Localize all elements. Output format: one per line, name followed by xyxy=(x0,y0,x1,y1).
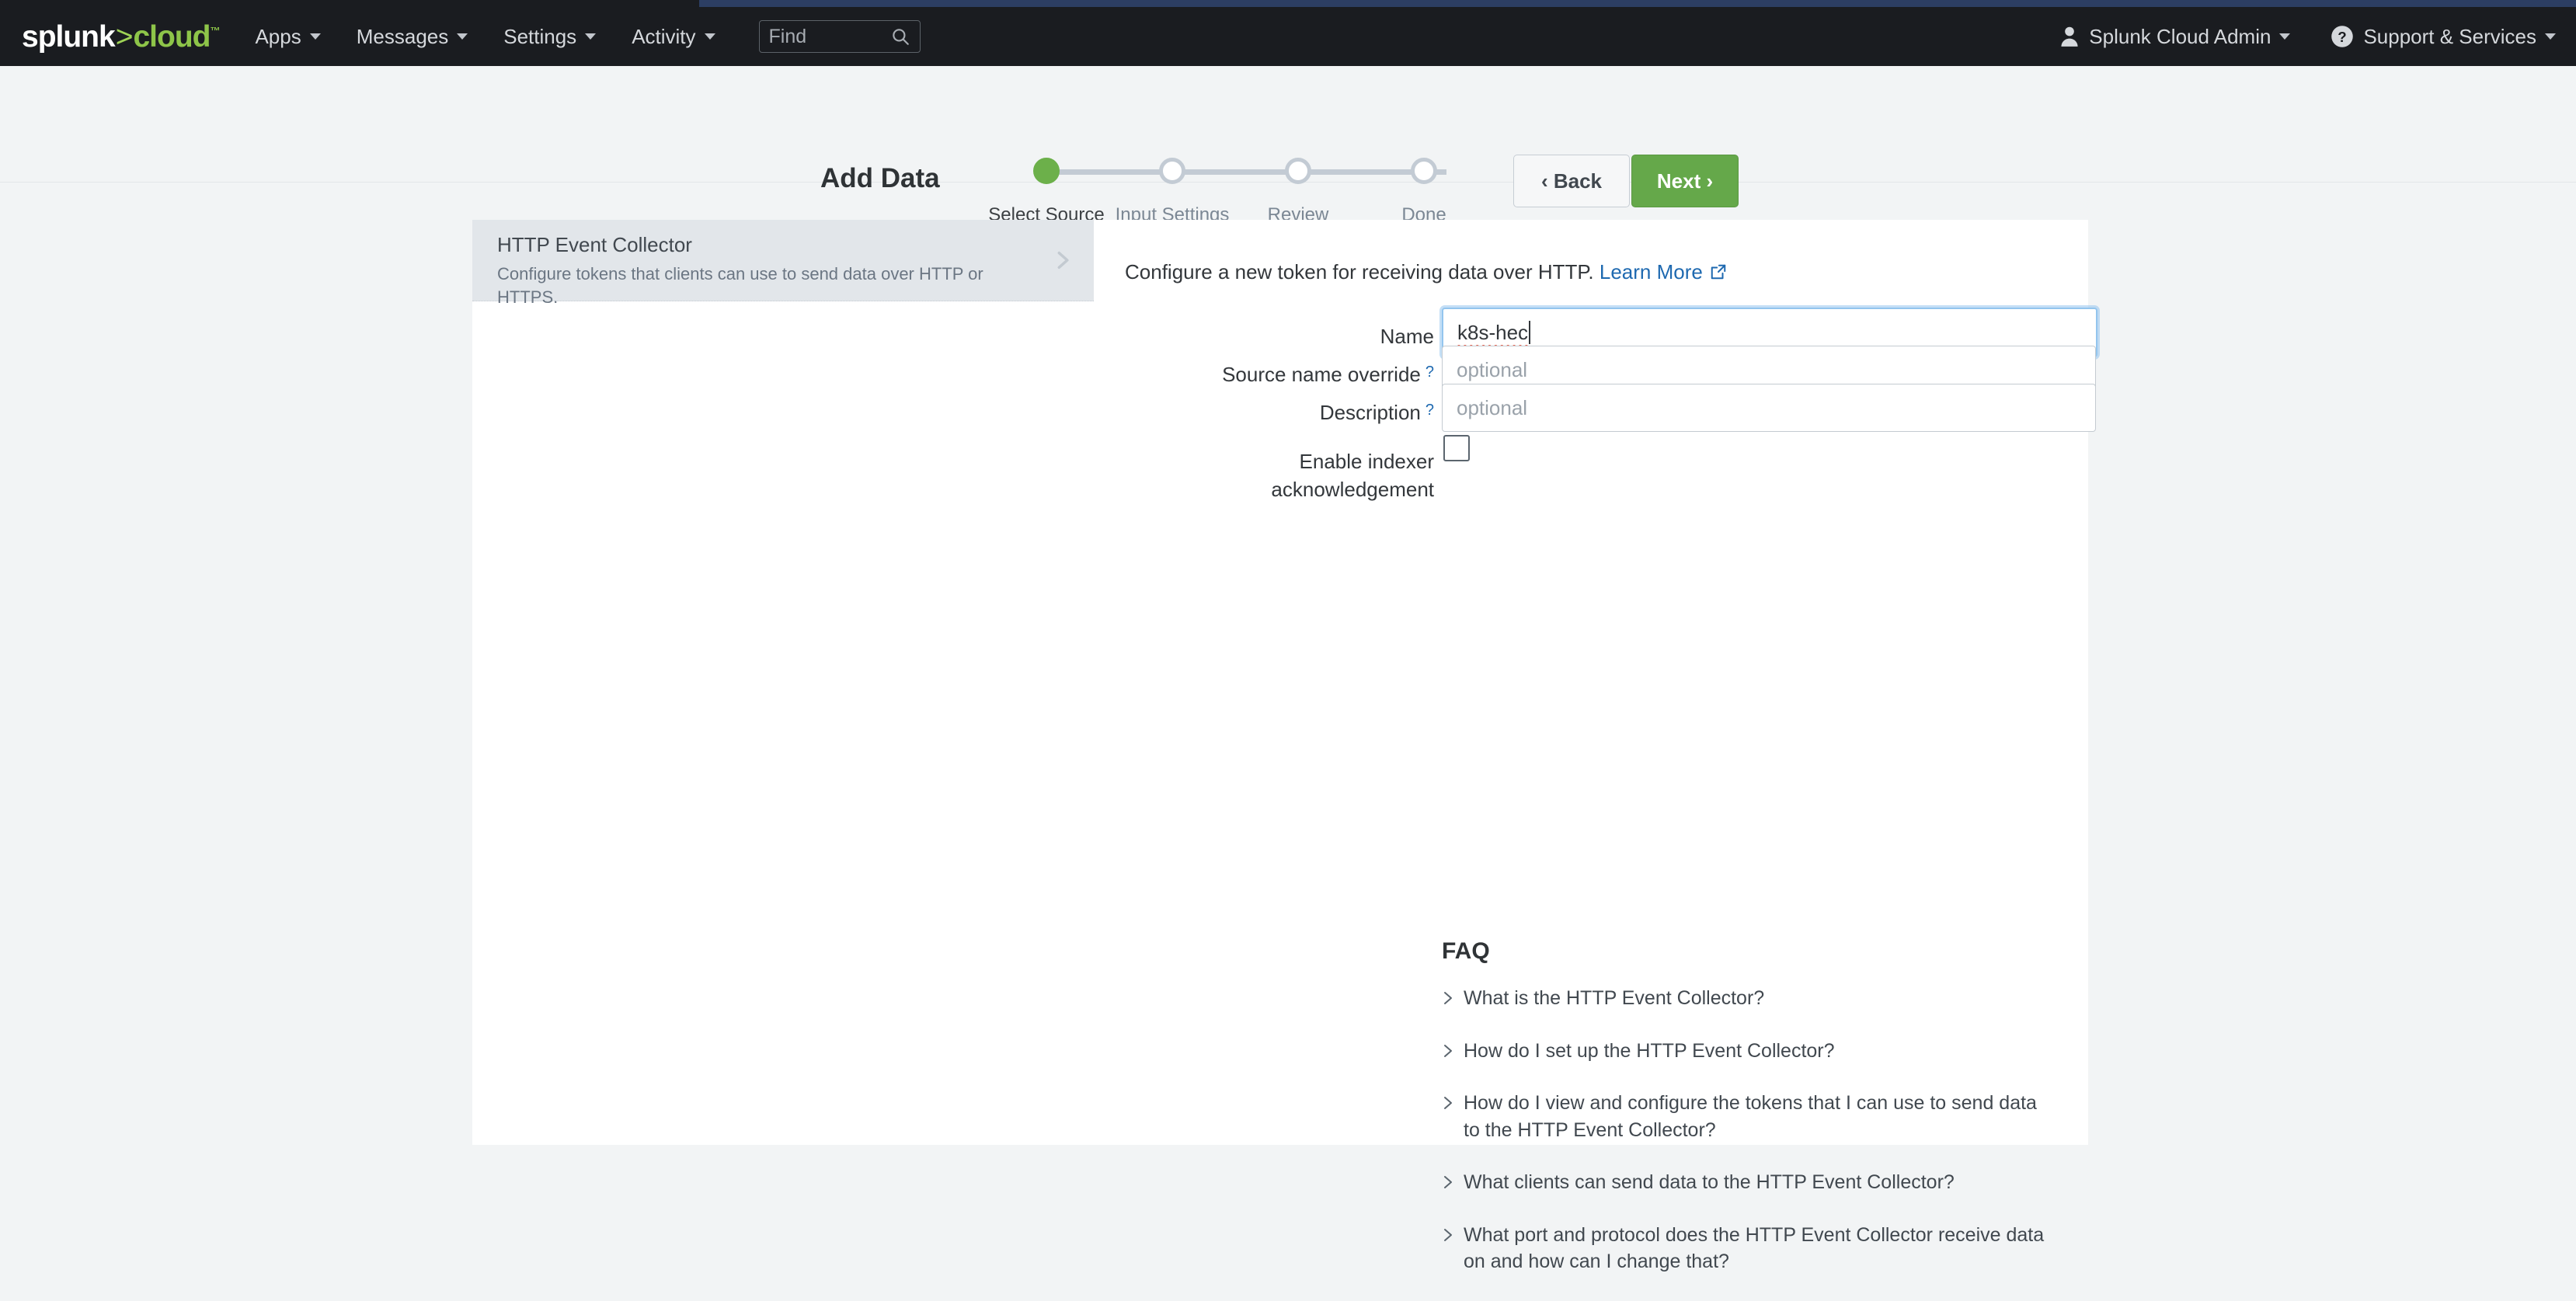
description-input[interactable]: optional xyxy=(1442,384,2096,432)
help-tooltip-icon[interactable]: ? xyxy=(1426,364,1434,381)
source-name-override-placeholder: optional xyxy=(1457,357,1528,381)
faq-list: What is the HTTP Event Collector? How do… xyxy=(1442,985,2063,1301)
description-placeholder: optional xyxy=(1457,395,1528,419)
nav-item-support-label: Support & Services xyxy=(2363,24,2536,48)
chevron-down-icon xyxy=(2279,33,2291,40)
nav-item-activity-label: Activity xyxy=(632,24,696,48)
logo-trademark: ™ xyxy=(210,24,220,37)
browser-top-strip-left xyxy=(0,0,699,7)
faq-item-label: What port and protocol does the HTTP Eve… xyxy=(1464,1223,2045,1273)
nav-item-user-menu[interactable]: Splunk Cloud Admin xyxy=(2059,24,2291,49)
find-placeholder: Find xyxy=(768,25,807,47)
nav-item-settings[interactable]: Settings xyxy=(503,24,597,49)
faq-item[interactable]: How do I set up the HTTP Event Collector… xyxy=(1442,1038,2056,1065)
faq-item-label: How do I set up the HTTP Event Collector… xyxy=(1464,1039,1835,1062)
nav-item-support[interactable]: ? Support & Services xyxy=(2331,25,2556,49)
chevron-down-icon xyxy=(704,33,715,40)
step-dot-review[interactable] xyxy=(1285,158,1311,184)
source-list-panel: HTTP Event Collector Configure tokens th… xyxy=(472,220,1094,1145)
faq-item[interactable]: How do I view and configure the tokens t… xyxy=(1442,1090,2056,1143)
nav-item-settings-label: Settings xyxy=(503,24,577,48)
progress-line xyxy=(1043,169,1446,175)
text-cursor xyxy=(1529,320,1531,344)
step-dot-input-settings[interactable] xyxy=(1159,158,1185,184)
logo-cloud-text: cloud xyxy=(133,19,211,54)
learn-more-link[interactable]: Learn More xyxy=(1600,260,1703,284)
source-item-description: Configure tokens that clients can use to… xyxy=(497,264,983,308)
chevron-right-icon xyxy=(1444,1228,1452,1241)
faq-heading: FAQ xyxy=(1442,938,1490,964)
navbar-right-group: Splunk Cloud Admin ? Support & Services xyxy=(2019,25,2576,49)
nav-item-messages-label: Messages xyxy=(356,24,449,48)
chevron-right-icon xyxy=(1444,992,1452,1004)
wizard-progress-track xyxy=(1033,158,1468,186)
indexer-ack-label: Enable indexer acknowledgement xyxy=(1271,450,1434,502)
page-title: Add Data xyxy=(820,163,940,193)
nav-item-apps[interactable]: Apps xyxy=(255,24,321,49)
faq-item-label: What clients can send data to the HTTP E… xyxy=(1464,1171,1955,1193)
faq-item[interactable]: What clients can send data to the HTTP E… xyxy=(1442,1169,2056,1196)
chevron-right-icon xyxy=(1444,1097,1452,1109)
nav-item-user-label: Splunk Cloud Admin xyxy=(2089,24,2271,48)
chevron-down-icon xyxy=(309,33,321,40)
learn-more-label: Learn More xyxy=(1599,260,1703,284)
faq-item-label: How do I view and configure the tokens t… xyxy=(1464,1092,2037,1141)
external-link-icon[interactable] xyxy=(1710,263,1727,280)
intro-text: Configure a new token for receiving data… xyxy=(1125,260,1594,284)
nav-item-activity[interactable]: Activity xyxy=(632,25,715,49)
sidebar-item-http-event-collector[interactable]: HTTP Event Collector Configure tokens th… xyxy=(472,220,1094,307)
faq-item[interactable]: What port and protocol does the HTTP Eve… xyxy=(1442,1222,2056,1275)
svg-text:?: ? xyxy=(2338,29,2347,45)
help-circle-icon: ? xyxy=(2331,26,2354,47)
faq-item-label: What is the HTTP Event Collector? xyxy=(1464,987,1765,1009)
name-label: Name xyxy=(1380,325,1434,348)
wizard-header: Add Data Select Source Input Settings Re… xyxy=(0,66,2576,225)
chevron-right-icon xyxy=(1444,1044,1452,1057)
main-content-card: Configure a new token for receiving data… xyxy=(1094,220,2097,1272)
nav-item-apps-label: Apps xyxy=(255,24,301,48)
chevron-right-icon xyxy=(1057,251,1069,270)
help-tooltip-icon[interactable]: ? xyxy=(1426,402,1434,419)
source-item-title: HTTP Event Collector xyxy=(497,233,692,256)
chevron-down-icon xyxy=(2545,33,2556,40)
logo-splunk-text: splunk xyxy=(22,19,116,54)
next-button[interactable]: Next › xyxy=(1631,155,1739,207)
search-icon xyxy=(892,29,909,45)
user-icon xyxy=(2061,26,2078,47)
find-search-input[interactable]: Find xyxy=(758,20,921,53)
chevron-down-icon xyxy=(457,33,468,40)
intro-text-row: Configure a new token for receiving data… xyxy=(1125,260,1727,284)
source-name-override-label: Source name override? xyxy=(1222,363,1434,386)
faq-item[interactable]: What is the HTTP Event Collector? xyxy=(1442,985,2056,1012)
back-button[interactable]: ‹ Back xyxy=(1513,155,1630,207)
nav-item-messages[interactable]: Messages xyxy=(357,25,468,49)
indexer-ack-checkbox[interactable] xyxy=(1443,435,1470,461)
step-dot-select-source[interactable] xyxy=(1033,158,1060,184)
logo-separator: > xyxy=(115,19,134,54)
chevron-right-icon xyxy=(1444,1176,1452,1188)
global-navbar: splunk > cloud ™ Apps Messages Settings Act… xyxy=(0,7,2576,66)
description-label: Description? xyxy=(1319,401,1434,424)
name-input-value: k8s-hec xyxy=(1457,320,1531,348)
splunk-cloud-logo[interactable]: splunk > cloud ™ xyxy=(22,19,220,54)
step-dot-done[interactable] xyxy=(1411,158,1437,184)
chevron-down-icon xyxy=(585,33,597,40)
